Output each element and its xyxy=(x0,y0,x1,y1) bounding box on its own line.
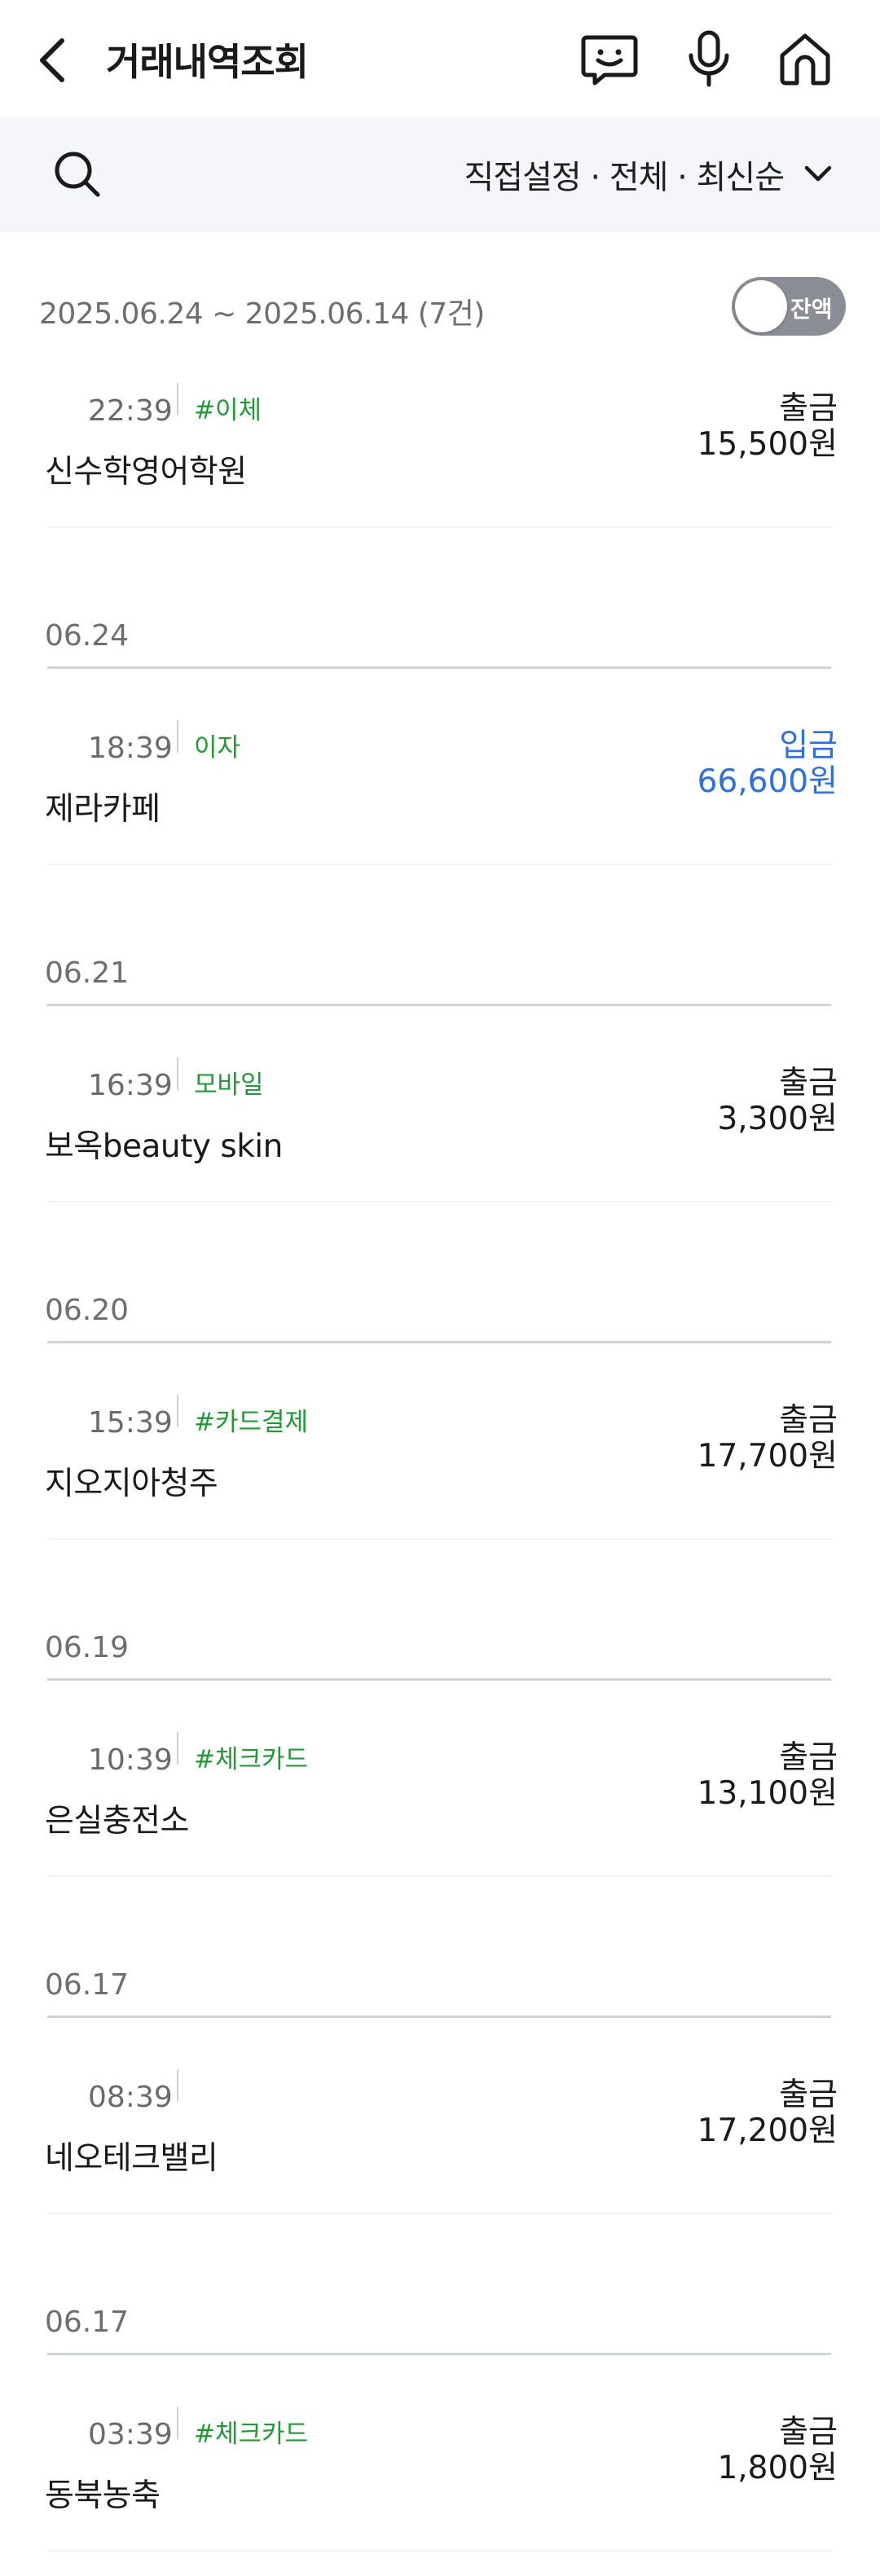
divider xyxy=(47,1201,831,1202)
transaction-tag: #체크카드 xyxy=(194,1745,309,1774)
chevron-down-icon xyxy=(804,165,832,182)
transaction-item[interactable]: 03:39 #체크카드 동북농축 출금 1,800원 xyxy=(0,2407,880,2553)
filter-dropdown[interactable]: 직접설정 · 전체 · 최신순 xyxy=(464,149,835,200)
transaction-amount: 13,100원 xyxy=(697,1775,838,1812)
microphone-icon xyxy=(689,30,729,87)
date-header: 06.19 xyxy=(45,1631,130,1664)
home-icon xyxy=(780,33,830,86)
date-header: 06.20 xyxy=(45,1294,130,1327)
transaction-time: 22:39 xyxy=(88,394,173,428)
transaction-amount: 15,500원 xyxy=(697,426,838,463)
date-range-row: 2025.06.24 ~ 2025.06.14 (7건) 잔액 xyxy=(0,277,880,342)
voice-button[interactable] xyxy=(678,28,740,90)
transaction-merchant: 은실충전소 xyxy=(45,1803,189,1840)
divider xyxy=(47,1875,831,1877)
date-header: 06.17 xyxy=(45,2306,130,2339)
transaction-merchant: 보옥beauty skin xyxy=(45,1128,283,1165)
divider xyxy=(177,2069,178,2102)
date-range-text: 2025.06.24 ~ 2025.06.14 (7건) xyxy=(39,297,485,331)
transaction-merchant: 신수학영어학원 xyxy=(45,454,247,490)
divider xyxy=(47,2213,831,2214)
toggle-knob xyxy=(735,280,787,332)
transaction-amount: 66,600원 xyxy=(697,763,838,800)
chatbot-button[interactable] xyxy=(579,28,640,90)
date-header: 06.21 xyxy=(45,956,130,990)
transaction-time: 16:39 xyxy=(88,1069,173,1102)
divider xyxy=(177,1395,178,1427)
transaction-merchant: 동북농축 xyxy=(45,2477,161,2514)
divider xyxy=(177,1732,178,1765)
transaction-item[interactable]: 16:39 모바일 보옥beauty skin 출금 3,300원 xyxy=(0,1057,880,1204)
divider xyxy=(177,720,178,753)
transaction-amount: 3,300원 xyxy=(717,1101,838,1137)
transaction-merchant: 제라카페 xyxy=(45,791,161,828)
transaction-amount: 17,700원 xyxy=(697,1438,838,1475)
divider xyxy=(47,1341,831,1343)
transaction-tag: #체크카드 xyxy=(194,2420,309,2449)
balance-toggle-label: 잔액 xyxy=(790,296,833,323)
divider xyxy=(47,666,831,669)
divider xyxy=(47,2353,831,2355)
divider xyxy=(47,2016,831,2018)
transaction-item[interactable]: 18:39 이자 제라카페 입금 66,600원 xyxy=(0,720,880,867)
chatbot-icon xyxy=(581,35,638,86)
transaction-merchant: 지오지아청주 xyxy=(45,1466,218,1502)
page-title: 거래내역조회 xyxy=(106,40,309,84)
transaction-amount: 17,200원 xyxy=(697,2112,838,2149)
transaction-item[interactable]: 22:39 #이체 신수학영어학원 출금 15,500원 xyxy=(0,383,880,530)
transaction-tag: 모바일 xyxy=(194,1070,264,1100)
transaction-time: 18:39 xyxy=(88,732,173,765)
divider xyxy=(47,2550,831,2552)
transaction-item[interactable]: 08:39 네오테크밸리 출금 17,200원 xyxy=(0,2069,880,2216)
transaction-item[interactable]: 10:39 #체크카드 은실충전소 출금 13,100원 xyxy=(0,1732,880,1879)
transaction-tag: #이체 xyxy=(194,396,262,425)
transaction-item[interactable]: 15:39 #카드결제 지오지아청주 출금 17,700원 xyxy=(0,1395,880,1541)
divider xyxy=(47,864,831,865)
divider xyxy=(47,1538,831,1540)
transaction-merchant: 네오테크밸리 xyxy=(45,2140,218,2177)
date-header: 06.17 xyxy=(45,1968,130,2002)
transaction-tag: #카드결제 xyxy=(194,1408,309,1437)
transaction-time: 08:39 xyxy=(88,2081,173,2114)
divider xyxy=(177,383,178,415)
filter-bar: 직접설정 · 전체 · 최신순 xyxy=(0,116,880,232)
search-icon xyxy=(55,152,100,197)
transaction-tag: 이자 xyxy=(194,733,241,763)
divider xyxy=(47,1004,831,1006)
home-button[interactable] xyxy=(774,28,836,90)
search-button[interactable] xyxy=(49,146,106,203)
back-button[interactable] xyxy=(36,31,85,90)
transaction-time: 15:39 xyxy=(88,1406,173,1440)
divider xyxy=(177,1057,178,1090)
divider xyxy=(47,1678,831,1681)
filter-summary-text: 직접설정 · 전체 · 최신순 xyxy=(464,159,785,196)
divider xyxy=(47,526,831,528)
transaction-time: 10:39 xyxy=(88,1743,173,1777)
divider xyxy=(177,2407,178,2439)
transaction-amount: 1,800원 xyxy=(717,2450,838,2486)
back-arrow-icon xyxy=(40,38,64,82)
date-header: 06.24 xyxy=(45,619,130,653)
app-header: 거래내역조회 xyxy=(0,0,880,116)
balance-toggle[interactable]: 잔액 xyxy=(732,277,846,336)
transaction-time: 03:39 xyxy=(88,2418,173,2451)
